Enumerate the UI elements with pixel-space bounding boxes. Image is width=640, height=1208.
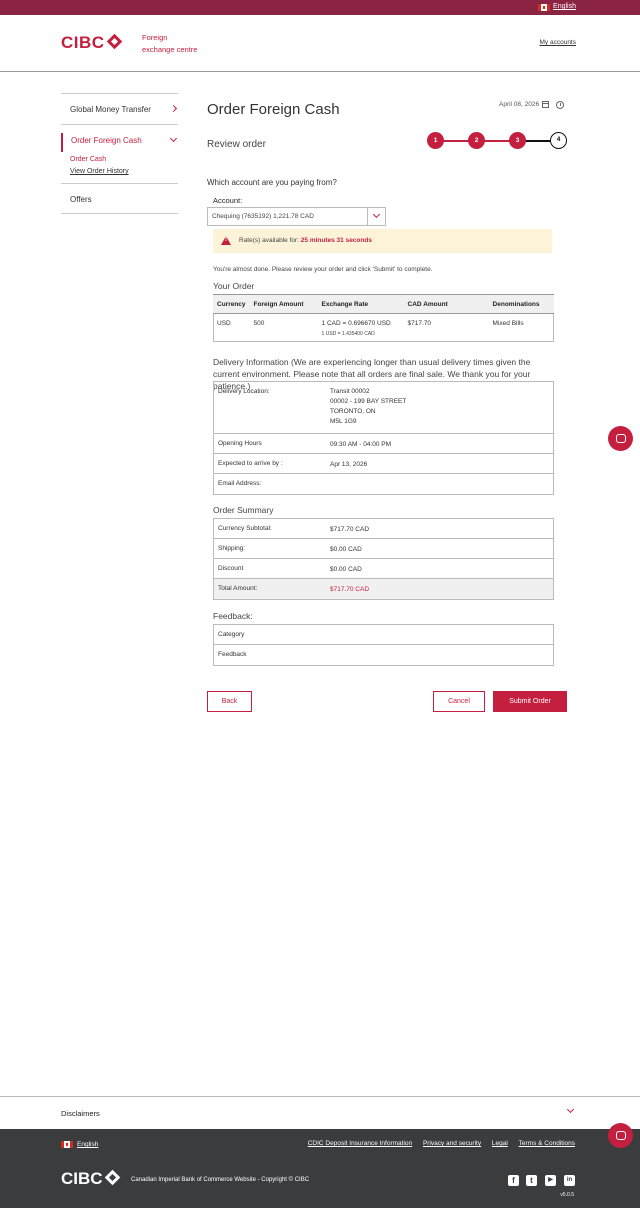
my-accounts-link[interactable]: My accounts (540, 39, 577, 46)
table-row[interactable]: Category (214, 625, 553, 645)
order-summary-title: Order Summary (213, 505, 274, 515)
twitter-icon[interactable]: t (526, 1175, 537, 1186)
col-exchange-rate: Exchange Rate (317, 294, 404, 314)
table-row-total: Total Amount: $717.70 CAD (214, 579, 553, 599)
cell-foreign-amount: 500 (253, 320, 265, 327)
language-link[interactable]: English (553, 3, 576, 10)
page-subtitle: Review order (207, 139, 266, 150)
step-connector (442, 140, 470, 142)
site-tagline: Foreign exchange centre (142, 33, 198, 54)
table-row: Discount $0.00 CAD (214, 559, 553, 579)
cdic-link[interactable]: CDIC Deposit Insurance Information (308, 1140, 412, 1147)
warning-icon (221, 236, 231, 245)
table-row: Delivery Location: Transit 00002 00002 -… (214, 382, 553, 434)
calendar-icon[interactable] (542, 101, 549, 108)
footer: English CDIC Deposit Insurance Informati… (0, 1129, 640, 1208)
step-3: 3 (509, 132, 526, 149)
cibc-diamond-icon (104, 1169, 120, 1186)
cell-cad-amount: $717.70 (407, 320, 432, 327)
step-2: 2 (468, 132, 485, 149)
disclaimers-label: Disclaimers (61, 1109, 100, 1118)
account-question: Which account are you paying from? (207, 178, 337, 187)
page-title: Order Foreign Cash (207, 101, 340, 118)
col-denominations: Denominations (488, 294, 554, 314)
linkedin-icon[interactable]: in (564, 1175, 575, 1186)
sidebar-item-order-cash[interactable]: Order Cash (61, 152, 178, 163)
terms-link[interactable]: Terms & Conditions (519, 1140, 575, 1147)
delivery-address: Transit 00002 00002 - 199 BAY STREET TOR… (330, 388, 407, 425)
sidebar-item-order-foreign-cash[interactable]: Order Foreign Cash (61, 133, 178, 152)
facebook-icon[interactable]: f (508, 1175, 519, 1186)
step-4: 4 (550, 132, 567, 149)
order-summary-table: Currency Subtotal: $717.70 CAD Shipping: $… (213, 518, 554, 600)
current-date: April 08, 2026 (499, 101, 540, 108)
rate-countdown: 25 minutes 31 seconds (300, 237, 372, 244)
copyright: Canadian Imperial Bank of Commerce Websi… (131, 1177, 310, 1183)
top-bar: English (0, 0, 640, 15)
chevron-down-icon (566, 1105, 575, 1114)
table-row: USD 500 1 CAD = 0.696670 USD 1 USD = 1.43… (213, 314, 554, 344)
cell-currency: USD (217, 320, 231, 327)
review-instruction: You're almost done. Please review your o… (213, 266, 433, 273)
table-header-row: Currency Foreign Amount Exchange Rate CA… (213, 294, 554, 314)
cibc-logo[interactable]: CIBC (61, 33, 122, 53)
clock-icon[interactable] (556, 101, 564, 109)
step-1: 1 (427, 132, 444, 149)
version-label: v5.0.5 (560, 1192, 574, 1198)
order-table: Currency Foreign Amount Exchange Rate CA… (213, 294, 554, 343)
chat-icon[interactable] (608, 426, 633, 451)
table-row: Currency Subtotal: $717.70 CAD (214, 519, 553, 539)
back-button[interactable]: Back (207, 691, 252, 712)
disclaimers-bar[interactable]: Disclaimers (0, 1096, 640, 1129)
progress-stepper: 1 2 3 4 (427, 132, 567, 150)
delivery-table: Delivery Location: Transit 00002 00002 -… (213, 381, 554, 495)
chevron-down-icon[interactable] (367, 208, 385, 225)
footer-language-link[interactable]: English (77, 1141, 98, 1148)
cell-denominations: Mixed Bills (492, 320, 524, 327)
sidebar-item-view-order-history[interactable]: View Order History (61, 163, 178, 183)
rate-timer-alert: Rate(s) available for: 25 minutes 31 sec… (213, 229, 552, 253)
feedback-table: Category Feedback (213, 624, 554, 666)
table-row: Opening Hours 09:30 AM - 04:00 PM (214, 434, 553, 454)
submit-order-button[interactable]: Submit Order (493, 691, 567, 712)
sidebar-item-global-money-transfer[interactable]: Global Money Transfer (61, 94, 178, 124)
header: CIBC Foreign exchange centre My accounts (0, 15, 640, 72)
account-label: Account: (213, 196, 243, 205)
account-select-value: Chequing (7635192) 1,221.78 CAD (212, 213, 314, 220)
your-order-title: Your Order (213, 281, 255, 291)
col-foreign-amount: Foreign Amount (249, 294, 318, 314)
footer-cibc-logo: CIBC (61, 1169, 120, 1189)
table-row: Expected to arrive by : Apr 13, 2026 (214, 454, 553, 474)
col-cad-amount: CAD Amount (403, 294, 489, 314)
canada-flag-icon (61, 1141, 73, 1148)
table-row[interactable]: Feedback (214, 645, 553, 665)
account-select[interactable]: Chequing (7635192) 1,221.78 CAD (207, 207, 386, 226)
footer-links: CDIC Deposit Insurance Information Priva… (299, 1140, 575, 1147)
feedback-title: Feedback: (213, 611, 253, 621)
table-row: Email Address: (218, 480, 262, 487)
sidebar-item-offers[interactable]: Offers (61, 184, 178, 213)
sidebar: Global Money Transfer Order Foreign Cash… (61, 93, 178, 214)
chevron-down-icon (169, 134, 178, 143)
step-connector (484, 140, 512, 142)
canada-flag-icon (538, 4, 550, 11)
chevron-right-icon (169, 104, 178, 113)
col-currency: Currency (213, 294, 250, 314)
legal-link[interactable]: Legal (492, 1140, 508, 1147)
table-row: Shipping: $0.00 CAD (214, 539, 553, 559)
cell-exchange-rate: 1 CAD = 0.696670 USD 1 USD = 1.435400 CAD (321, 320, 391, 337)
chat-icon[interactable] (608, 1123, 633, 1148)
cibc-diamond-icon (106, 33, 122, 50)
privacy-link[interactable]: Privacy and security (423, 1140, 481, 1147)
cancel-button[interactable]: Cancel (433, 691, 485, 712)
youtube-icon[interactable]: ▶ (545, 1175, 556, 1186)
